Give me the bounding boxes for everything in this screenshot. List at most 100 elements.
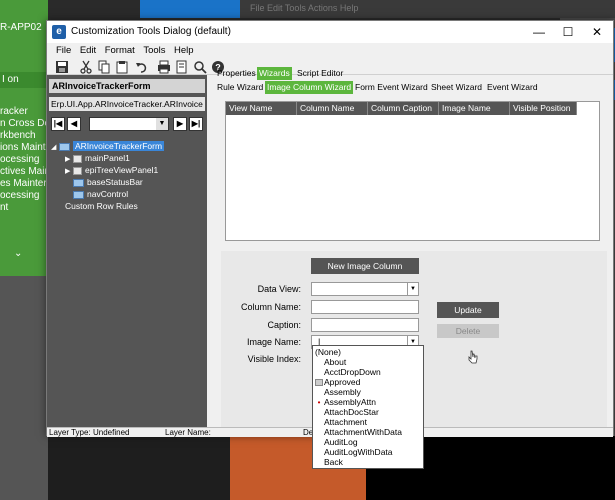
dropdown-option[interactable]: AttachDocStar: [315, 407, 379, 417]
statusbar-icon: [73, 178, 84, 187]
attachment-icon: [315, 419, 323, 426]
panel-icon: [73, 154, 82, 163]
menu-help[interactable]: Help: [171, 43, 197, 59]
dropdown-option[interactable]: Back: [315, 457, 343, 467]
background-menu-item: ctives Main: [0, 166, 51, 177]
dropdown-option[interactable]: AuditLog: [315, 437, 358, 447]
tree-node[interactable]: baseStatusBar: [73, 177, 143, 188]
copy-icon[interactable]: [97, 60, 111, 74]
chevron-down-icon[interactable]: ▼: [407, 283, 418, 295]
paste-icon[interactable]: [115, 60, 129, 74]
form-icon: [59, 142, 70, 151]
tab-rule-wizard[interactable]: Rule Wizard: [215, 81, 265, 94]
navigation-control: |◀ ◀ ▼ ▶ ▶|: [49, 117, 205, 133]
tree-node-label[interactable]: navControl: [87, 189, 128, 199]
column-header[interactable]: View Name: [226, 102, 297, 115]
background-panel: [0, 276, 48, 500]
tree-node[interactable]: ▶ epiTreeViewPanel1: [65, 165, 158, 177]
expand-icon[interactable]: ▶: [65, 166, 73, 177]
background-menu-item: racker: [0, 106, 28, 117]
assembly-icon: [315, 389, 323, 396]
dropdown-option[interactable]: (None): [315, 347, 341, 357]
image-name-label: Image Name:: [246, 337, 301, 347]
expand-icon[interactable]: ▶: [65, 154, 73, 165]
menu-file[interactable]: File: [53, 43, 74, 59]
update-button[interactable]: Update: [437, 302, 499, 318]
background-blue-bar: [140, 0, 240, 18]
maximize-button[interactable]: ☐: [554, 21, 582, 43]
first-record-button[interactable]: |◀: [51, 117, 65, 131]
tree-node[interactable]: ◢ ARInvoiceTrackerForm: [51, 141, 165, 153]
record-selector-combo[interactable]: ▼: [89, 117, 169, 131]
tab-form-event-wizard[interactable]: Form Event Wizard: [353, 81, 430, 94]
background-menu-list: racker n Cross De rkbench ions Mainte oc…: [0, 106, 51, 214]
tree-node-label[interactable]: Custom Row Rules: [65, 201, 138, 211]
tree-node-label[interactable]: epiTreeViewPanel1: [85, 165, 158, 175]
background-menu-item: ocessing: [0, 154, 40, 165]
tree-node-label[interactable]: ARInvoiceTrackerForm: [73, 141, 165, 151]
dropdown-option[interactable]: Assembly: [315, 387, 361, 397]
background-app-sidebar: R-APP02 I on racker n Cross De rkbench i…: [0, 0, 51, 276]
column-header[interactable]: Column Name: [297, 102, 368, 115]
menu-bar: File Edit Format Tools Help: [47, 43, 613, 59]
background-top-menu: File Edit Tools Actions Help: [250, 3, 359, 13]
tree-node[interactable]: navControl: [73, 189, 128, 200]
dropdown-option[interactable]: Attachment: [315, 417, 367, 427]
close-button[interactable]: ✕: [583, 21, 611, 43]
menu-format[interactable]: Format: [102, 43, 138, 59]
about-icon: [315, 359, 323, 366]
image-columns-grid[interactable]: View Name Column Name Column Caption Ima…: [225, 101, 600, 241]
print-icon[interactable]: [157, 60, 171, 74]
image-name-dropdown-list[interactable]: (None) About AcctDropDown Approved Assem…: [312, 345, 424, 469]
attachment-with-data-icon: [315, 429, 323, 436]
dropdown-option[interactable]: About: [315, 357, 346, 367]
caption-label: Caption:: [267, 320, 301, 330]
attention-icon: •: [317, 398, 321, 408]
data-view-combo[interactable]: ▼: [311, 282, 419, 296]
print-preview-icon[interactable]: [175, 60, 189, 74]
tab-event-wizard[interactable]: Event Wizard: [485, 81, 540, 94]
undo-icon[interactable]: [135, 60, 149, 74]
last-record-button[interactable]: ▶|: [189, 117, 203, 131]
delete-button[interactable]: Delete: [437, 324, 499, 338]
background-top-window: File Edit Tools Actions Help: [240, 0, 615, 18]
chevron-down-icon[interactable]: ▼: [156, 118, 168, 130]
dropdown-option[interactable]: AcctDropDown: [315, 367, 381, 377]
minimize-button[interactable]: —: [525, 21, 553, 43]
chevron-down-icon: ⌄: [14, 248, 23, 259]
cut-icon[interactable]: [79, 60, 93, 74]
column-header[interactable]: Column Caption: [368, 102, 439, 115]
dropdown-option[interactable]: • AssemblyAttn: [315, 397, 376, 407]
column-header[interactable]: Image Name: [439, 102, 510, 115]
tree-node[interactable]: Custom Row Rules: [65, 201, 138, 212]
object-explorer-panel: ARInvoiceTrackerForm Erp.UI.App.ARInvoic…: [47, 75, 207, 427]
dropdown-option[interactable]: AuditLogWithData: [315, 447, 393, 457]
tab-script-editor[interactable]: Script Editor: [295, 67, 345, 80]
background-menu-item: rkbench: [0, 130, 36, 141]
window-title: Customization Tools Dialog (default): [71, 26, 231, 37]
tree-node-label[interactable]: mainPanel1: [85, 153, 130, 163]
collapse-icon[interactable]: ◢: [51, 142, 59, 153]
previous-record-button[interactable]: ◀: [67, 117, 81, 131]
dropdown-option[interactable]: AttachmentWithData: [315, 427, 402, 437]
tab-sheet-wizard[interactable]: Sheet Wizard: [429, 81, 484, 94]
dropdown-option[interactable]: Approved: [315, 377, 360, 387]
title-bar[interactable]: e Customization Tools Dialog (default) —…: [47, 21, 613, 43]
column-name-input[interactable]: [311, 300, 419, 314]
menu-tools[interactable]: Tools: [140, 43, 168, 59]
column-header[interactable]: Visible Position: [510, 102, 577, 115]
menu-edit[interactable]: Edit: [77, 43, 99, 59]
tab-properties[interactable]: Properties: [215, 67, 258, 80]
save-icon[interactable]: [55, 60, 69, 74]
grid-header: View Name Column Name Column Caption Ima…: [226, 102, 577, 115]
caption-input[interactable]: [311, 318, 419, 332]
control-tree: ◢ ARInvoiceTrackerForm ▶ mainPanel1 ▶ epiTr…: [49, 139, 205, 427]
dropdown-icon: [315, 369, 323, 376]
tree-node[interactable]: ▶ mainPanel1: [65, 153, 130, 165]
new-image-column-button[interactable]: New Image Column: [311, 258, 419, 274]
next-record-button[interactable]: ▶: [173, 117, 187, 131]
tree-node-label[interactable]: baseStatusBar: [87, 177, 143, 187]
search-icon[interactable]: [193, 60, 207, 74]
tab-image-column-wizard[interactable]: Image Column Wizard: [265, 81, 354, 94]
tab-wizards[interactable]: Wizards: [257, 67, 292, 80]
